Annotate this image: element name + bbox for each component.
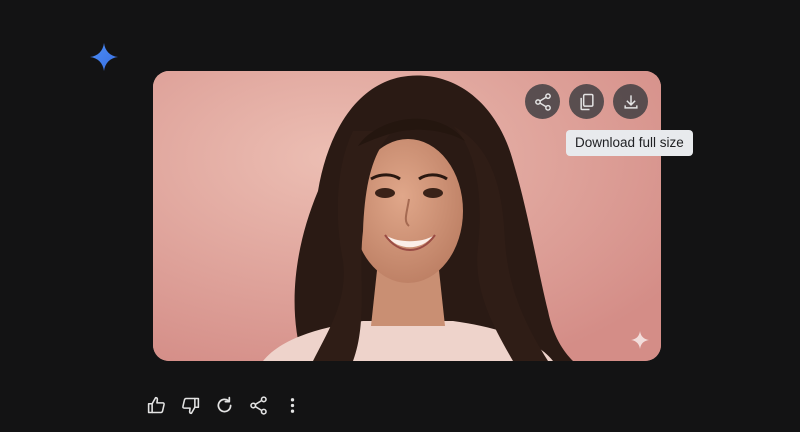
thumbs-down-icon [181, 397, 199, 414]
share-icon [534, 92, 551, 111]
sparkle-watermark-icon [631, 331, 649, 349]
share-icon [249, 395, 267, 415]
redo-icon [217, 396, 231, 412]
thumbs-down-button[interactable] [173, 388, 207, 422]
generated-image[interactable] [153, 71, 661, 361]
more-options-button[interactable] [275, 388, 309, 422]
thumbs-up-button[interactable] [139, 388, 173, 422]
download-full-size-button[interactable] [613, 84, 648, 119]
response-actions [139, 388, 309, 422]
more-vert-icon [290, 397, 294, 413]
image-actions [525, 84, 648, 119]
share-image-button[interactable] [525, 84, 560, 119]
copy-icon [579, 93, 594, 110]
share-response-button[interactable] [241, 388, 275, 422]
gemini-spark-icon [90, 43, 118, 71]
copy-image-button[interactable] [569, 84, 604, 119]
regenerate-button[interactable] [207, 388, 241, 422]
download-tooltip: Download full size [566, 130, 693, 156]
download-icon [623, 94, 638, 109]
thumbs-up-icon [147, 396, 165, 413]
